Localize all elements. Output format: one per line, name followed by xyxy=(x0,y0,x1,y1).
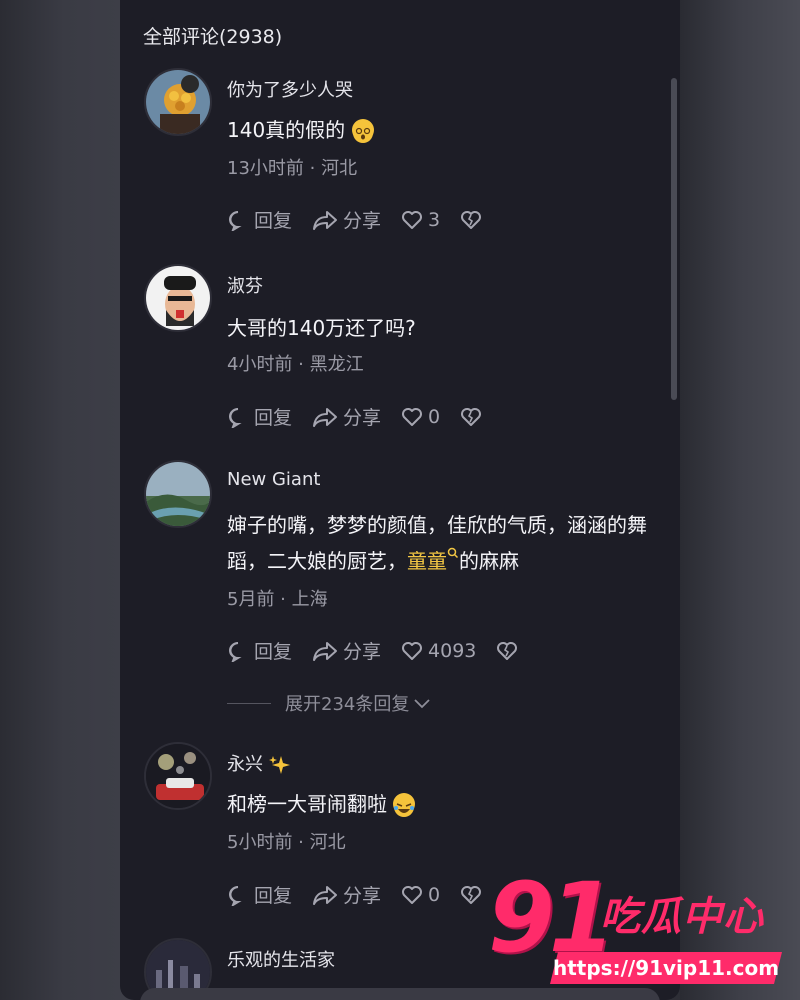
broken-heart-icon xyxy=(461,885,482,904)
comment-meta: 4小时前 · 黑龙江 xyxy=(227,354,364,375)
divider xyxy=(227,702,271,704)
comment-text-content: 和榜一大哥闹翻啦 xyxy=(227,792,387,816)
author-name-text: 永兴 xyxy=(227,754,263,775)
comment-author[interactable]: 乐观的生活家 xyxy=(227,946,335,972)
laughing-face-emoji-icon xyxy=(393,792,416,817)
reply-button[interactable]: 回复 xyxy=(227,637,292,664)
dislike-button[interactable] xyxy=(460,406,487,428)
share-arrow-icon xyxy=(313,885,338,905)
comment-text: 婶子的嘴，梦梦的颜值，佳欣的气质，涵涵的舞蹈，二大娘的厨艺，童童 的麻麻 xyxy=(227,507,657,579)
like-button[interactable]: 0 xyxy=(401,406,440,428)
watermark-logo: 91 吃瓜中心 https://91vip11.com xyxy=(488,862,788,990)
comment-actions: 回复 分享 0 xyxy=(227,881,507,908)
chevron-down-icon xyxy=(414,699,430,709)
share-button[interactable]: 分享 xyxy=(312,637,381,664)
avatar[interactable] xyxy=(144,264,212,332)
heart-icon xyxy=(402,407,423,426)
share-label: 分享 xyxy=(343,407,382,429)
share-arrow-icon xyxy=(313,407,338,427)
comment-author[interactable]: 永兴 xyxy=(227,750,291,776)
heart-icon xyxy=(402,210,423,229)
heart-icon xyxy=(402,641,423,660)
search-icon xyxy=(447,547,459,559)
watermark-title: 吃瓜中心 xyxy=(600,894,764,940)
dislike-button[interactable] xyxy=(496,640,523,662)
comment-meta: 5小时前 · 河北 xyxy=(227,832,346,853)
reply-label: 回复 xyxy=(254,210,293,232)
background-right xyxy=(680,0,800,1000)
reply-button[interactable]: 回复 xyxy=(227,206,292,233)
comment-text: 大哥的140万还了吗? xyxy=(227,316,416,340)
share-arrow-icon xyxy=(313,210,338,230)
dislike-button[interactable] xyxy=(460,884,487,906)
share-arrow-icon xyxy=(313,641,338,661)
comment-actions: 回复 分享 3 xyxy=(227,206,507,233)
share-label: 分享 xyxy=(343,885,382,907)
like-button[interactable]: 0 xyxy=(401,884,440,906)
like-count: 4093 xyxy=(428,639,477,662)
sparkles-icon xyxy=(268,756,290,774)
reply-label: 回复 xyxy=(254,407,293,429)
comment-author[interactable]: 你为了多少人哭 xyxy=(227,76,353,102)
comment-bubble-icon xyxy=(229,641,242,662)
heart-icon xyxy=(402,885,423,904)
like-count: 0 xyxy=(428,405,441,428)
like-button[interactable]: 3 xyxy=(401,209,440,231)
expand-replies-label: 展开234条回复 xyxy=(285,694,410,715)
share-button[interactable]: 分享 xyxy=(312,403,381,430)
comments-panel: 全部评论(2938) 你为了多少人哭 140真的假的 13小时前 · 河北 回复… xyxy=(120,0,680,1000)
comment-text-content: 140真的假的 xyxy=(227,118,346,142)
like-count: 3 xyxy=(428,208,441,231)
reply-button[interactable]: 回复 xyxy=(227,403,292,430)
dislike-button[interactable] xyxy=(460,209,487,231)
comment-bubble-icon xyxy=(229,885,242,906)
reply-button[interactable]: 回复 xyxy=(227,881,292,908)
like-button[interactable]: 4093 xyxy=(401,640,476,662)
comment-text: 和榜一大哥闹翻啦 xyxy=(227,786,657,822)
broken-heart-icon xyxy=(461,210,482,229)
reply-label: 回复 xyxy=(254,641,293,663)
comments-header: 全部评论(2938) xyxy=(143,26,283,48)
reply-label: 回复 xyxy=(254,885,293,907)
watermark-url: https://91vip11.com xyxy=(552,956,780,980)
comment-bubble-icon xyxy=(229,210,242,231)
share-button[interactable]: 分享 xyxy=(312,206,381,233)
comment-author[interactable]: 淑芬 xyxy=(227,272,263,298)
search-keyword-link[interactable]: 童童 xyxy=(407,547,459,573)
comment-actions: 回复 分享 0 xyxy=(227,403,507,430)
dizzy-face-emoji-icon xyxy=(351,118,374,143)
like-count: 0 xyxy=(428,883,441,906)
comment-actions: 回复 分享 4093 xyxy=(227,637,543,664)
broken-heart-icon xyxy=(461,407,482,426)
broken-heart-icon xyxy=(497,641,518,660)
scrollbar[interactable] xyxy=(671,78,677,400)
comment-author[interactable]: New Giant xyxy=(227,469,320,490)
avatar[interactable] xyxy=(144,460,212,528)
expand-replies-button[interactable]: 展开234条回复 xyxy=(227,690,431,716)
share-button[interactable]: 分享 xyxy=(312,881,381,908)
comment-text-content: 的麻麻 xyxy=(459,549,519,573)
comment-bubble-icon xyxy=(229,407,242,428)
avatar[interactable] xyxy=(144,68,212,136)
comment-text: 140真的假的 xyxy=(227,112,657,148)
comment-meta: 5月前 · 上海 xyxy=(227,589,328,610)
comment-meta: 13小时前 · 河北 xyxy=(227,158,358,179)
keyword-label: 童童 xyxy=(407,549,447,573)
share-label: 分享 xyxy=(343,641,382,663)
watermark-url-badge: https://91vip11.com xyxy=(550,952,782,984)
share-label: 分享 xyxy=(343,210,382,232)
avatar[interactable] xyxy=(144,742,212,810)
